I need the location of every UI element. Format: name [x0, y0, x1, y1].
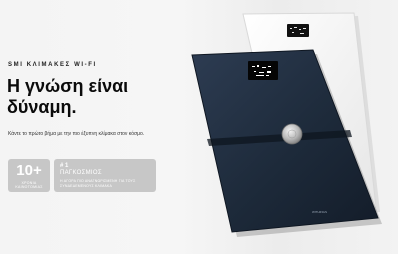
hero-banner: SMI ΚΛΙΜΑΚΕΣ WI-FI Η γνώση είναι δύναμη.… — [0, 0, 398, 254]
product-image: WITHINGS — [191, 12, 382, 237]
scale-brand-mark: WITHINGS — [312, 210, 327, 214]
dark-scale-display — [248, 61, 278, 80]
scale-center-button — [281, 123, 303, 145]
white-scale-display — [287, 24, 309, 37]
